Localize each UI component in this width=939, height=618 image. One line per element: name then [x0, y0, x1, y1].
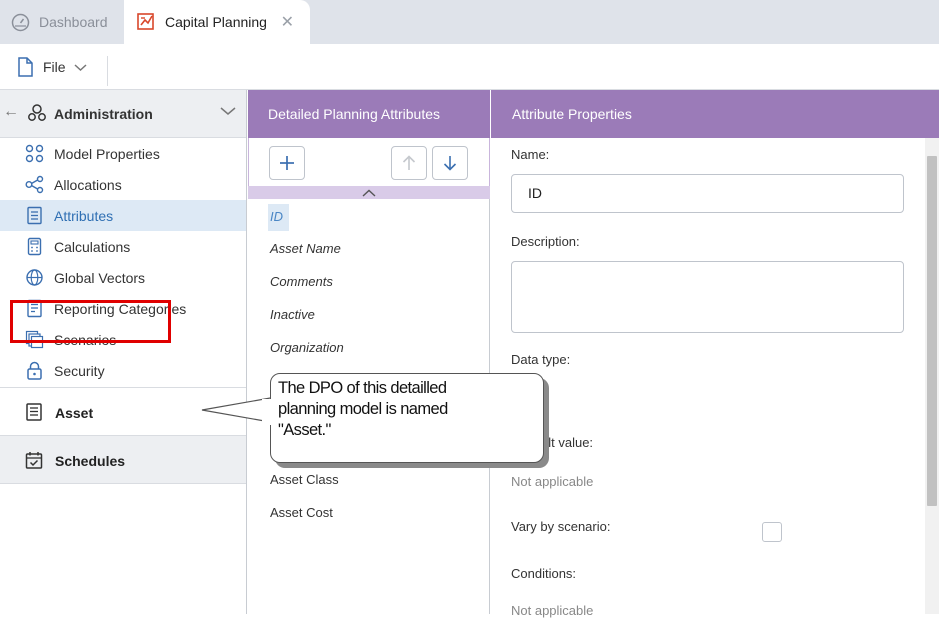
move-down-button[interactable] — [432, 146, 468, 180]
attribute-item-inactive[interactable]: Inactive — [270, 307, 315, 322]
attribute-properties-header: Attribute Properties — [491, 90, 939, 138]
attribute-item-asset-name[interactable]: Asset Name — [270, 241, 341, 256]
attributes-panel-title: Detailed Planning Attributes — [268, 106, 440, 122]
move-up-button[interactable] — [391, 146, 427, 180]
arrow-down-icon — [443, 156, 457, 171]
chevron-up-icon — [362, 189, 376, 197]
globe-icon — [26, 269, 43, 286]
file-menu-label: File — [43, 59, 66, 75]
callout-line-1: The DPO of this detailled — [278, 379, 447, 397]
close-icon[interactable]: ✕ — [281, 12, 294, 32]
sidebar-item-label: Calculations — [54, 239, 131, 255]
name-input[interactable]: ID — [511, 174, 904, 213]
description-textarea[interactable] — [511, 261, 904, 333]
dashboard-gauge-icon — [11, 13, 30, 31]
arrow-up-icon — [402, 155, 416, 170]
data-type-label: Data type: — [511, 352, 571, 367]
description-label: Description: — [511, 234, 580, 249]
sidebar-item-allocations[interactable]: Allocations — [0, 169, 246, 200]
vary-by-scenario-checkbox[interactable] — [762, 522, 782, 542]
attribute-properties-title: Attribute Properties — [512, 106, 632, 122]
sidebar-item-model-properties[interactable]: Model Properties — [0, 138, 246, 169]
conditions-label: Conditions: — [511, 566, 577, 581]
allocations-icon — [25, 175, 44, 194]
back-arrow-icon[interactable]: ← — [3, 103, 19, 121]
sidebar-item-security[interactable]: Security — [0, 355, 246, 386]
file-icon — [18, 57, 33, 77]
default-value-text: Not applicable — [511, 474, 594, 489]
tab-capital-planning[interactable]: Capital Planning ✕ — [124, 0, 310, 44]
chevron-down-icon — [74, 63, 87, 71]
tab-dashboard-label: Dashboard — [39, 14, 108, 30]
tab-capital-planning-label: Capital Planning — [165, 14, 267, 30]
file-menu-button[interactable]: File — [17, 57, 87, 77]
callout-line-3: "Asset." — [278, 421, 331, 439]
sidebar-item-attributes[interactable]: Attributes — [0, 200, 246, 231]
attributes-toolbar — [248, 138, 490, 186]
attribute-item-organization[interactable]: Organization — [270, 340, 344, 355]
sidebar-item-label: Model Properties — [54, 146, 160, 162]
administration-icon — [28, 104, 46, 121]
sidebar-item-label: Global Vectors — [54, 270, 146, 286]
callout-line-2: planning model is named — [278, 400, 448, 418]
default-value-label: ult value: — [541, 435, 594, 450]
administration-header[interactable]: ← Administration — [0, 90, 246, 138]
sidebar: ← Administration Model Properties Alloca… — [0, 90, 247, 614]
sidebar-item-schedules[interactable]: Schedules — [0, 435, 246, 484]
sidebar-item-label: Allocations — [54, 177, 122, 193]
model-properties-icon — [25, 144, 44, 163]
sidebar-item-calculations[interactable]: Calculations — [0, 231, 246, 262]
attributes-panel-header: Detailed Planning Attributes — [248, 90, 490, 138]
asset-highlight-box — [10, 300, 171, 343]
vary-by-scenario-label: Vary by scenario: — [511, 519, 611, 534]
calculator-icon — [27, 237, 42, 256]
attribute-item-comments[interactable]: Comments — [270, 274, 333, 289]
chevron-down-icon[interactable] — [220, 106, 236, 116]
sidebar-item-label: Attributes — [54, 208, 114, 224]
attribute-item-asset-class[interactable]: Asset Class — [270, 472, 339, 487]
collapse-toolbar-bar[interactable] — [248, 186, 490, 199]
attribute-item-asset-cost[interactable]: Asset Cost — [270, 505, 333, 520]
plus-icon — [280, 156, 294, 170]
sidebar-item-label: Asset — [55, 405, 94, 421]
toolbar-divider — [107, 56, 108, 86]
lock-icon — [27, 361, 42, 380]
attributes-icon — [27, 206, 42, 225]
administration-title: Administration — [54, 106, 153, 122]
callout-pointer-join — [262, 399, 276, 425]
toolbar: File — [0, 44, 939, 90]
add-attribute-button[interactable] — [269, 146, 305, 180]
sidebar-item-label: Schedules — [55, 453, 126, 469]
capital-planning-icon — [137, 13, 154, 30]
sidebar-item-label: Security — [54, 363, 105, 379]
conditions-value-text: Not applicable — [511, 603, 594, 618]
attribute-properties-panel: Attribute Properties Name: ID Descriptio… — [491, 90, 939, 618]
callout-text: The DPO of this detailled planning model… — [278, 378, 538, 441]
attributes-panel: Detailed Planning Attributes ID Asset Na… — [248, 90, 490, 614]
name-label: Name: — [511, 147, 550, 162]
attribute-item-id[interactable]: ID — [268, 204, 289, 231]
sidebar-item-global-vectors[interactable]: Global Vectors — [0, 262, 246, 293]
asset-list-icon — [26, 403, 42, 421]
tab-bar: Dashboard Capital Planning ✕ — [0, 0, 939, 44]
properties-scrollbar-thumb[interactable] — [927, 156, 937, 506]
calendar-check-icon — [25, 452, 43, 469]
tab-dashboard[interactable]: Dashboard — [0, 0, 124, 44]
